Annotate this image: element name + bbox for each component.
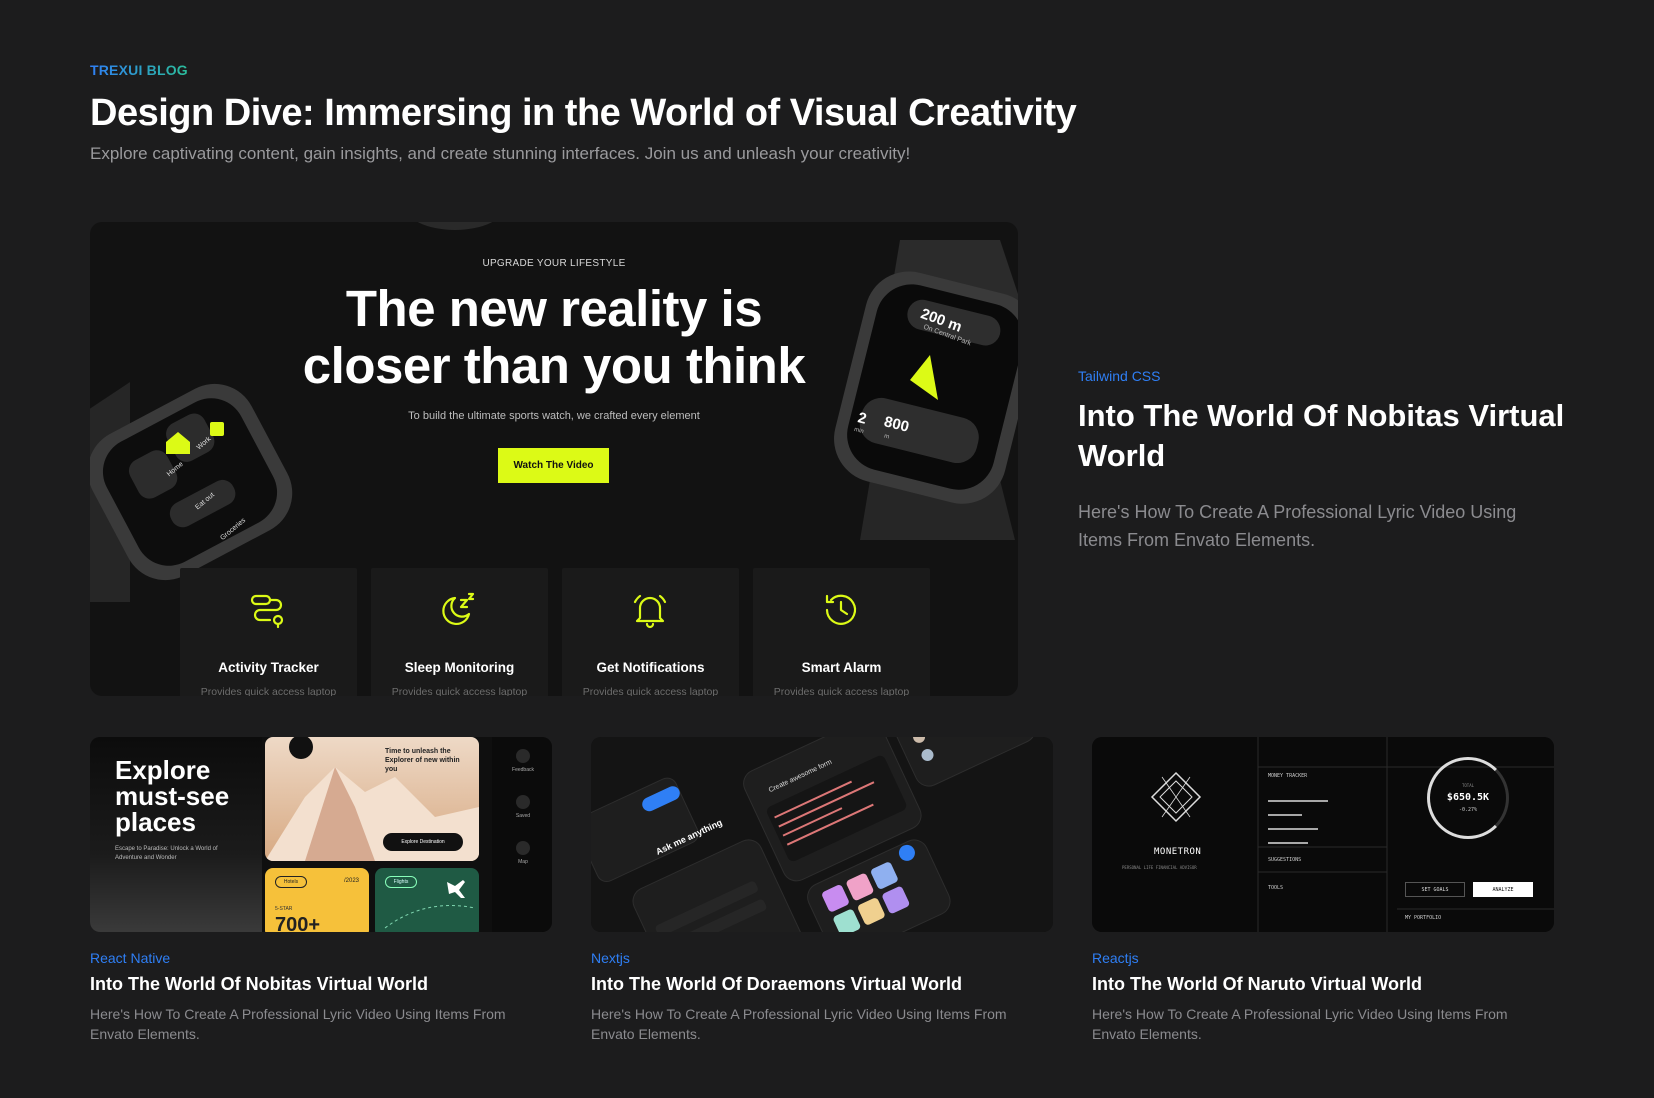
total-label: TOTAL bbox=[1461, 783, 1475, 788]
set-goals-button: SET GOALS bbox=[1405, 882, 1465, 897]
rail-saved: Saved bbox=[508, 795, 538, 819]
feature-tile-notifications: Get Notifications Provides quick access … bbox=[562, 568, 739, 696]
page-subtitle: Explore captivating content, gain insigh… bbox=[90, 144, 911, 163]
hero-headline-line-1: The new reality is bbox=[345, 280, 763, 337]
analyze-button: ANALYZE bbox=[1473, 882, 1533, 897]
card-excerpt: Here's How To Create A Professional Lyri… bbox=[90, 1006, 506, 1042]
card-excerpt: Here's How To Create A Professional Lyri… bbox=[1092, 1006, 1508, 1042]
explore-destination-button: Explore Destination bbox=[383, 833, 463, 851]
blog-eyebrow: TREXUI BLOG bbox=[90, 62, 188, 78]
card-thumbnail[interactable]: MONETRON PERSONAL LIFE FINANCIAL ADVISOR… bbox=[1092, 737, 1554, 932]
card-thumbnail[interactable]: Ask me anything Create awesome form bbox=[591, 737, 1053, 932]
hotels-count: 700+ bbox=[275, 914, 321, 932]
featured-post-image[interactable]: 200 m On Central Park 2 min 800 m Home W… bbox=[90, 222, 1018, 696]
total-value: $650.5K bbox=[1446, 792, 1490, 803]
featured-post-title[interactable]: Into The World Of Nobitas Virtual World bbox=[1078, 396, 1598, 476]
feature-title: Smart Alarm bbox=[801, 660, 882, 675]
blog-card[interactable]: MONETRON PERSONAL LIFE FINANCIAL ADVISOR… bbox=[1092, 737, 1554, 1044]
card-category-link[interactable]: React Native bbox=[90, 950, 552, 966]
feature-desc: Provides quick access laptop bbox=[582, 686, 719, 696]
feature-tile-activity: Activity Tracker Provides quick access l… bbox=[180, 568, 357, 696]
flights-card: Flights bbox=[375, 868, 479, 932]
rail-map: Map bbox=[508, 841, 538, 865]
thumb-side-rail: Feedback Saved Map bbox=[492, 737, 552, 932]
hero-headline: The new reality is closer than you think bbox=[90, 280, 1018, 394]
rail-feedback: Feedback bbox=[508, 749, 538, 773]
featured-category-link[interactable]: Tailwind CSS bbox=[1078, 368, 1160, 384]
hotels-date: /2023 bbox=[343, 878, 359, 884]
monetron-tagline: PERSONAL LIFE FINANCIAL ADVISOR bbox=[1122, 865, 1197, 870]
feature-title: Get Notifications bbox=[596, 660, 705, 675]
card-title[interactable]: Into The World Of Doraemons Virtual Worl… bbox=[591, 974, 1053, 995]
monetron-logo-text: MONETRON bbox=[1154, 847, 1202, 857]
thumb-headline: Explore must-see places bbox=[115, 755, 230, 837]
hero-headline-line-2: closer than you think bbox=[302, 337, 806, 394]
promo-text: Time to unleash the Explorer of new with… bbox=[385, 748, 460, 773]
moon-zzz-icon bbox=[442, 592, 475, 626]
hotels-card: Hotels /2023 5-STAR 700+ bbox=[265, 868, 369, 932]
blog-card[interactable]: Ask me anything Create awesome form Next… bbox=[591, 737, 1053, 1044]
card-title[interactable]: Into The World Of Nobitas Virtual World bbox=[90, 974, 552, 995]
page-title: Design Dive: Immersing in the World of V… bbox=[90, 92, 1077, 134]
feature-desc: Provides quick access laptop bbox=[773, 686, 910, 696]
feature-desc: Provides quick access laptop bbox=[391, 686, 528, 696]
mountain-promo: Time to unleash the Explorer of new with… bbox=[265, 737, 479, 861]
thumb-panel: Explore must-see places Escape to Paradi… bbox=[90, 737, 262, 932]
feature-title: Sleep Monitoring bbox=[404, 660, 515, 675]
thumb-body: Escape to Paradise: Unlock a World of Ad… bbox=[115, 846, 218, 861]
card-category-link[interactable]: Nextjs bbox=[591, 950, 1053, 966]
hero-subline: To build the ultimate sports watch, we c… bbox=[408, 410, 700, 422]
feature-tile-alarm: Smart Alarm Provides quick access laptop bbox=[753, 568, 930, 696]
clock-history-icon bbox=[825, 594, 857, 625]
card-title[interactable]: Into The World Of Naruto Virtual World bbox=[1092, 974, 1554, 995]
card-excerpt: Here's How To Create A Professional Lyri… bbox=[591, 1006, 1007, 1042]
watch-video-button: Watch The Video bbox=[498, 448, 609, 483]
plane-icon bbox=[384, 880, 476, 929]
card-thumbnail[interactable]: Explore must-see places Escape to Paradi… bbox=[90, 737, 552, 932]
hotels-rating: 5-STAR bbox=[275, 906, 293, 912]
portfolio-label: MY PORTFOLIO bbox=[1405, 915, 1442, 921]
route-icon bbox=[250, 594, 284, 629]
money-tracker-label: MONEY TRACKER bbox=[1268, 773, 1308, 779]
suggestions-label: SUGGESTIONS bbox=[1268, 857, 1302, 863]
featured-post-excerpt: Here's How To Create A Professional Lyri… bbox=[1078, 502, 1517, 550]
bell-icon bbox=[633, 594, 667, 629]
feature-desc: Provides quick access laptop bbox=[200, 686, 337, 696]
hero-tagline: UPGRADE YOUR LIFESTYLE bbox=[482, 258, 626, 269]
blog-card[interactable]: Explore must-see places Escape to Paradi… bbox=[90, 737, 552, 1044]
feature-tile-sleep: Sleep Monitoring Provides quick access l… bbox=[371, 568, 548, 696]
total-delta: -0.27% bbox=[1458, 807, 1478, 813]
hotels-pill: Hotels bbox=[275, 876, 307, 888]
tools-label: TOOLS bbox=[1268, 885, 1284, 891]
card-category-link[interactable]: Reactjs bbox=[1092, 950, 1554, 966]
watch-image bbox=[417, 222, 493, 230]
feature-title: Activity Tracker bbox=[218, 660, 319, 675]
